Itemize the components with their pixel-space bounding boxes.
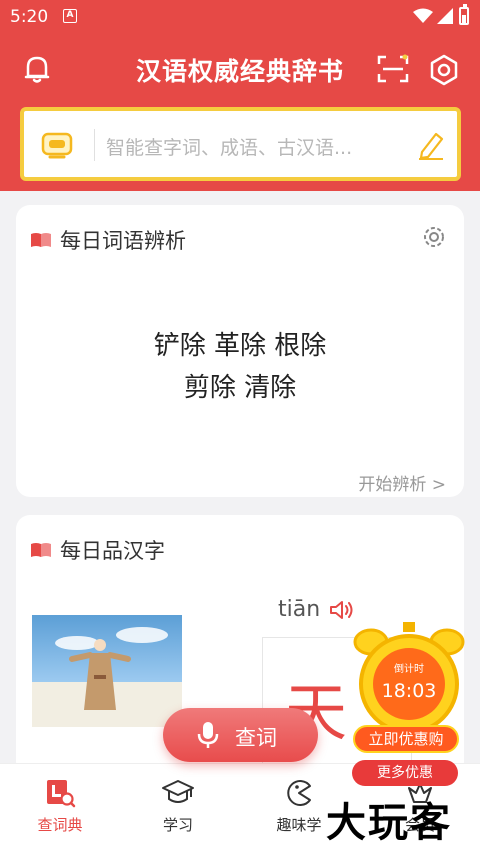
gear-icon[interactable] xyxy=(420,223,448,251)
daily-word-card[interactable]: 每日词语辨析 铲除 革除 根除 剪除 清除 开始辨析 > xyxy=(16,205,464,497)
handwriting-pen-icon[interactable] xyxy=(416,130,446,160)
wifi-icon xyxy=(413,8,433,23)
settings-icon[interactable] xyxy=(428,54,460,86)
app-title: 汉语权威经典辞书 xyxy=(135,57,344,86)
status-time: 5:20 xyxy=(10,7,49,27)
word-line-1: 铲除 革除 根除 xyxy=(153,331,327,361)
tab-label: 学习 xyxy=(162,816,193,834)
search-bar[interactable]: 智能查字词、成语、古汉语... xyxy=(20,107,461,181)
search-divider xyxy=(94,129,95,161)
promo-widget[interactable]: 倒计时 18:03 立即优惠购 更多优惠 xyxy=(345,620,480,790)
character-illustration xyxy=(32,615,182,727)
graduation-cap-icon xyxy=(162,780,194,803)
tab-dictionary[interactable]: 查词典 xyxy=(25,778,95,835)
scan-icon[interactable] xyxy=(377,54,409,84)
robot-icon[interactable] xyxy=(40,129,74,161)
daily-word-title: 每日词语辨析 xyxy=(60,229,186,253)
microphone-icon xyxy=(197,722,219,748)
watermark: 大玩客 xyxy=(326,800,452,846)
status-bar: 5:20 A xyxy=(0,0,480,34)
book-icon xyxy=(31,233,51,247)
tab-label: 趣味学 xyxy=(276,816,322,834)
countdown-label: 倒计时 xyxy=(394,664,424,675)
tab-study[interactable]: 学习 xyxy=(143,778,213,835)
dictionary-icon xyxy=(47,780,76,808)
countdown-time: 18:03 xyxy=(381,680,437,702)
daily-char-title-row: 每日品汉字 xyxy=(30,535,165,565)
game-icon xyxy=(287,780,311,806)
countdown-face: 倒计时 18:03 xyxy=(373,648,445,720)
countdown-clock: 倒计时 18:03 xyxy=(359,634,459,734)
search-input[interactable]: 智能查字词、成语、古汉语... xyxy=(106,133,352,160)
more-offers-button[interactable]: 更多优惠 xyxy=(352,760,458,786)
notification-icon: A xyxy=(63,9,77,23)
book-icon xyxy=(31,543,51,557)
voice-search-button[interactable]: 查词 xyxy=(163,708,318,762)
start-analysis-link[interactable]: 开始辨析 > xyxy=(358,470,446,495)
speaker-icon[interactable] xyxy=(328,599,354,621)
buy-now-button[interactable]: 立即优惠购 xyxy=(353,725,459,753)
voice-search-label: 查词 xyxy=(235,726,277,750)
word-group: 铲除 革除 根除 剪除 清除 xyxy=(16,325,464,409)
tab-fun-learning[interactable]: 趣味学 xyxy=(264,778,334,835)
tab-label: 查词典 xyxy=(37,816,83,834)
daily-char-title: 每日品汉字 xyxy=(60,539,165,563)
battery-icon xyxy=(459,4,469,25)
signal-icon xyxy=(437,8,453,24)
word-line-2: 剪除 清除 xyxy=(183,373,297,403)
bell-icon[interactable] xyxy=(24,54,50,84)
pinyin: tiān xyxy=(278,597,321,622)
daily-word-title-row: 每日词语辨析 xyxy=(30,225,186,255)
